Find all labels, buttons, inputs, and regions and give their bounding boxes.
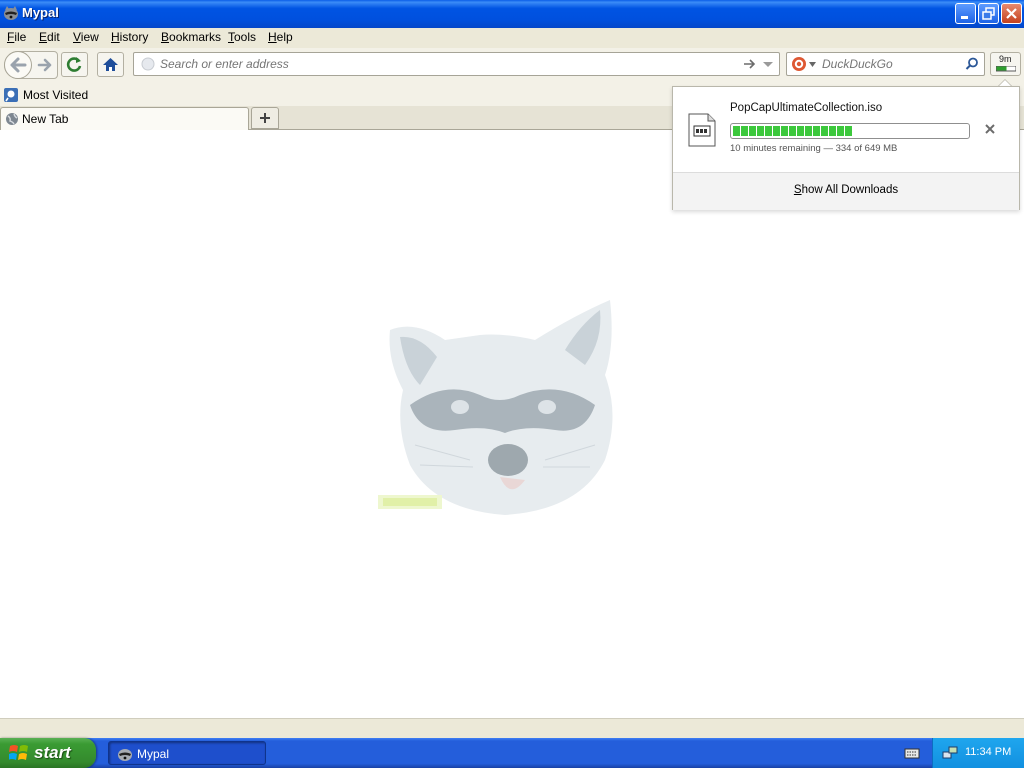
history-dropdown-icon[interactable] xyxy=(762,61,774,69)
progress-segment xyxy=(741,126,748,136)
minimize-button[interactable] xyxy=(955,3,976,24)
progress-segment xyxy=(813,126,820,136)
windows-logo-icon xyxy=(9,745,28,760)
menu-history-accesskey: H xyxy=(111,30,120,44)
address-input[interactable] xyxy=(160,57,720,71)
taskbar-item-label: Mypal xyxy=(137,747,170,761)
clock[interactable]: 11:34 PM xyxy=(965,746,1011,758)
iso-file-icon xyxy=(688,113,716,147)
start-label: start xyxy=(34,743,71,762)
reload-button[interactable] xyxy=(61,52,88,77)
menu-history[interactable]: History xyxy=(111,30,148,44)
menu-bookmarks[interactable]: Bookmarks xyxy=(161,30,221,44)
keyboard-icon[interactable] xyxy=(904,746,920,760)
progress-segment xyxy=(845,126,852,136)
plus-icon xyxy=(260,113,270,123)
progress-segment xyxy=(773,126,780,136)
progress-segment xyxy=(829,126,836,136)
download-filename: PopCapUltimateCollection.iso xyxy=(730,102,883,114)
show-all-downloads-label: Show All Downloads xyxy=(673,184,1019,196)
menu-edit[interactable]: Edit xyxy=(39,30,60,44)
menu-tools[interactable]: Tools xyxy=(228,30,256,44)
back-forward-group xyxy=(4,51,58,79)
progress-segment xyxy=(821,126,828,136)
menu-help[interactable]: Help xyxy=(268,30,293,44)
progress-segment xyxy=(797,126,804,136)
globe-icon xyxy=(6,113,18,125)
back-arrow-icon xyxy=(10,57,27,73)
menu-tools-label: ools xyxy=(234,30,257,44)
home-icon xyxy=(103,58,118,71)
restore-button[interactable] xyxy=(978,3,999,24)
forward-button[interactable] xyxy=(36,57,54,73)
menu-history-label: istory xyxy=(119,30,149,44)
window-title: Mypal xyxy=(22,5,59,20)
download-progress-bar xyxy=(730,123,970,139)
progress-segment xyxy=(781,126,788,136)
address-bar[interactable] xyxy=(133,52,780,76)
system-tray: 11:34 PM xyxy=(932,738,1024,768)
menu-edit-accesskey: E xyxy=(39,30,48,44)
menu-view[interactable]: View xyxy=(73,30,99,44)
menu-help-accesskey: H xyxy=(268,30,277,44)
go-arrow-icon[interactable] xyxy=(742,58,756,70)
network-icon[interactable] xyxy=(942,745,958,761)
downloads-button[interactable]: 9m xyxy=(990,52,1021,76)
show-all-accesskey: S xyxy=(793,184,802,196)
menu-bookmarks-accesskey: B xyxy=(161,30,170,44)
new-tab-button[interactable] xyxy=(251,107,279,129)
taskbar-item-mypal[interactable]: Mypal xyxy=(108,741,266,765)
home-button[interactable] xyxy=(97,52,124,77)
bookmark-folder-icon xyxy=(4,88,18,102)
cancel-download-icon[interactable] xyxy=(983,122,997,136)
menu-view-label: iew xyxy=(80,30,99,44)
engine-dropdown-icon[interactable] xyxy=(809,62,816,67)
progress-segment xyxy=(733,126,740,136)
search-input[interactable] xyxy=(822,57,957,71)
bookmark-most-visited[interactable]: Most Visited xyxy=(3,87,88,103)
raccoon-app-icon xyxy=(3,5,19,21)
downloads-progress-icon xyxy=(996,66,1016,72)
download-progress-fill xyxy=(733,126,852,136)
progress-segment xyxy=(837,126,844,136)
progress-segment xyxy=(805,126,812,136)
status-bar xyxy=(0,718,1024,738)
search-icon[interactable] xyxy=(965,57,979,71)
identity-globe-icon xyxy=(141,57,155,71)
progress-segment xyxy=(789,126,796,136)
tab-new-tab[interactable]: New Tab xyxy=(0,107,249,130)
duckduckgo-icon[interactable] xyxy=(791,56,807,72)
back-button[interactable] xyxy=(4,51,32,79)
downloads-panel: PopCapUltimateCollection.iso 10 minutes … xyxy=(672,86,1020,210)
menu-view-accesskey: V xyxy=(73,30,81,44)
menu-help-label: elp xyxy=(276,30,293,44)
page-content xyxy=(0,130,1024,718)
bookmark-label: Most Visited xyxy=(23,88,89,102)
menu-file[interactable]: File xyxy=(7,30,26,44)
progress-segment xyxy=(749,126,756,136)
taskbar: start Mypal 11:34 PM xyxy=(0,738,1024,768)
download-status: 10 minutes remaining — 334 of 649 MB xyxy=(730,143,898,154)
show-all-downloads-button[interactable]: Show All Downloads xyxy=(673,172,1019,210)
reload-icon xyxy=(66,57,82,72)
menu-bookmarks-label: ookmarks xyxy=(169,30,222,44)
close-button[interactable] xyxy=(1001,3,1022,24)
navigation-toolbar: 9m xyxy=(0,48,1024,84)
menu-edit-label: dit xyxy=(47,30,60,44)
tab-label: New Tab xyxy=(22,112,69,126)
downloads-time-remaining: 9m xyxy=(999,54,1012,64)
show-all-label-rest: how All Downloads xyxy=(801,184,899,196)
title-bar[interactable]: Mypal xyxy=(0,0,1024,28)
progress-segment xyxy=(757,126,764,136)
raccoon-app-icon xyxy=(118,749,132,761)
menu-bar: File Edit View History Bookmarks Tools H… xyxy=(0,28,1024,48)
progress-segment xyxy=(765,126,772,136)
raccoon-logo xyxy=(378,300,613,515)
search-bar[interactable] xyxy=(786,52,985,76)
start-button[interactable]: start xyxy=(0,738,96,768)
menu-file-label: ile xyxy=(14,30,27,44)
